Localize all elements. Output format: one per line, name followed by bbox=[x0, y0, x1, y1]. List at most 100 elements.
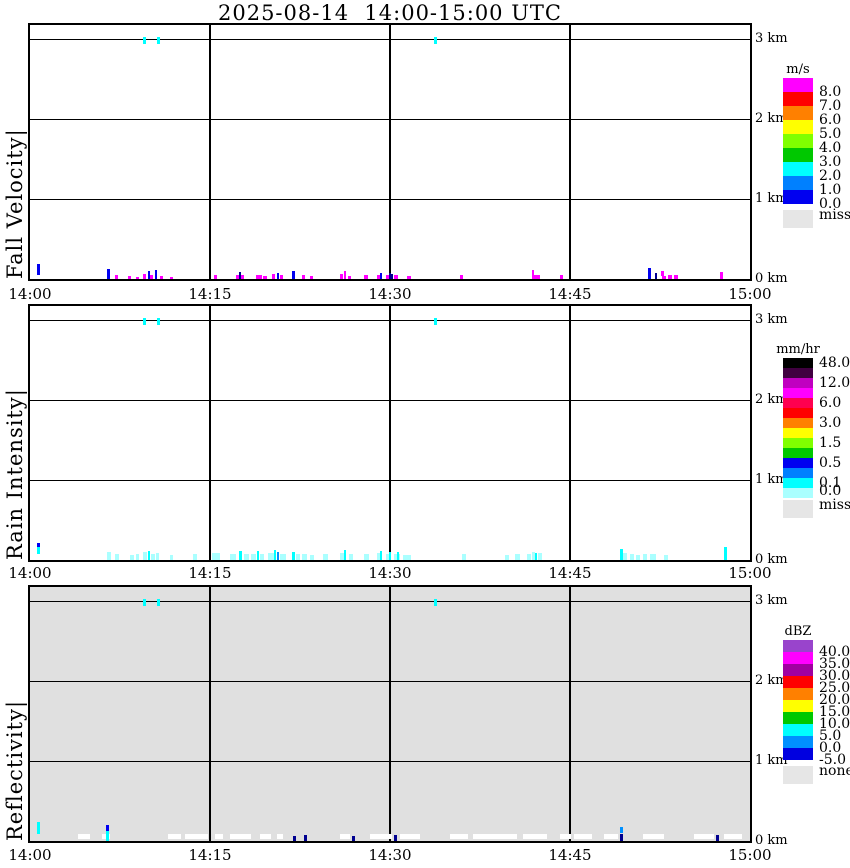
data-mark-fall-velocity bbox=[655, 273, 657, 279]
colorbar-segment-rain-intensity bbox=[783, 448, 813, 458]
data-mark-rain-intensity bbox=[623, 553, 627, 560]
data-mark-rain-intensity bbox=[130, 555, 134, 560]
data-mark-reflectivity bbox=[434, 599, 437, 605]
data-mark-reflectivity bbox=[574, 834, 592, 839]
data-mark-reflectivity bbox=[168, 834, 181, 839]
colorbar-segment-reflectivity bbox=[783, 652, 813, 664]
colorbar-segment-rain-intensity bbox=[783, 408, 813, 418]
data-mark-fall-velocity bbox=[434, 37, 437, 43]
data-mark-reflectivity bbox=[230, 834, 250, 839]
x-tick-label-reflectivity: 14:15 bbox=[180, 846, 240, 864]
x-tick-label-fall-velocity: 14:45 bbox=[540, 285, 600, 303]
colorbar-segment-reflectivity bbox=[783, 700, 813, 712]
colorbar-segment-fall-velocity bbox=[783, 78, 813, 92]
data-mark-rain-intensity bbox=[380, 551, 382, 560]
data-mark-fall-velocity bbox=[560, 275, 563, 279]
data-mark-fall-velocity bbox=[377, 275, 380, 279]
data-mark-fall-velocity bbox=[380, 273, 382, 279]
colorbar-segment-fall-velocity bbox=[783, 176, 813, 190]
y-tick-label-fall-velocity: 0 km bbox=[755, 271, 788, 286]
colorbar-segment-rain-intensity bbox=[783, 428, 813, 438]
colorbar-segment-reflectivity bbox=[783, 640, 813, 652]
data-mark-rain-intensity bbox=[664, 555, 668, 560]
data-mark-rain-intensity bbox=[434, 318, 437, 324]
colorbar-segment-reflectivity bbox=[783, 688, 813, 700]
data-mark-reflectivity bbox=[352, 836, 355, 841]
data-mark-rain-intensity bbox=[349, 554, 353, 560]
data-mark-fall-velocity bbox=[662, 276, 666, 279]
data-mark-rain-intensity bbox=[257, 551, 259, 560]
colorbar-segment-fall-velocity bbox=[783, 134, 813, 148]
colorbar-segment-reflectivity bbox=[783, 664, 813, 676]
colorbar-label-rain-intensity: 0.5 bbox=[819, 455, 841, 471]
gridline-time-rain-intensity bbox=[569, 306, 571, 560]
colorbar-missing-label-fall-velocity: miss bbox=[819, 207, 850, 223]
data-mark-fall-velocity bbox=[302, 275, 305, 279]
data-mark-fall-velocity bbox=[310, 276, 313, 279]
data-mark-fall-velocity bbox=[720, 272, 723, 279]
data-mark-rain-intensity bbox=[148, 551, 150, 560]
x-tick-label-rain-intensity: 14:45 bbox=[540, 564, 600, 582]
colorbar-label-rain-intensity: 12.0 bbox=[819, 375, 850, 391]
data-mark-rain-intensity bbox=[151, 554, 155, 560]
x-tick-label-fall-velocity: 15:00 bbox=[720, 285, 780, 303]
data-mark-reflectivity bbox=[643, 834, 663, 839]
data-mark-rain-intensity bbox=[251, 554, 256, 560]
colorbar-segment-fall-velocity bbox=[783, 120, 813, 134]
colorbar-segment-fall-velocity bbox=[783, 92, 813, 106]
data-mark-fall-velocity bbox=[143, 274, 146, 279]
x-tick-label-fall-velocity: 14:30 bbox=[360, 285, 420, 303]
gridline-time-rain-intensity bbox=[209, 306, 211, 560]
data-mark-rain-intensity bbox=[157, 318, 160, 325]
data-mark-reflectivity bbox=[400, 834, 420, 839]
data-mark-fall-velocity bbox=[674, 275, 678, 279]
colorbar-missing-swatch-reflectivity bbox=[783, 766, 813, 784]
data-mark-rain-intensity bbox=[462, 554, 466, 560]
data-mark-reflectivity bbox=[523, 834, 547, 839]
gridline-time-fall-velocity bbox=[569, 25, 571, 279]
colorbar-missing-label-rain-intensity: miss bbox=[819, 497, 850, 513]
colorbar-segment-reflectivity bbox=[783, 676, 813, 688]
data-mark-fall-velocity bbox=[340, 274, 343, 279]
colorbar-segment-reflectivity bbox=[783, 724, 813, 736]
data-mark-rain-intensity bbox=[212, 553, 220, 560]
data-mark-rain-intensity bbox=[193, 554, 197, 560]
data-mark-rain-intensity bbox=[239, 551, 242, 560]
colorbar-segment-fall-velocity bbox=[783, 106, 813, 120]
data-mark-rain-intensity bbox=[143, 552, 147, 560]
colorbar-label-rain-intensity: 3.0 bbox=[819, 415, 841, 431]
data-mark-fall-velocity bbox=[394, 275, 398, 279]
data-mark-reflectivity bbox=[340, 834, 351, 839]
colorbar-segment-rain-intensity bbox=[783, 358, 813, 368]
data-mark-rain-intensity bbox=[636, 555, 640, 560]
data-mark-fall-velocity bbox=[107, 269, 110, 279]
colorbar-segment-fall-velocity bbox=[783, 148, 813, 162]
data-mark-fall-velocity bbox=[239, 272, 241, 279]
x-tick-label-rain-intensity: 14:15 bbox=[180, 564, 240, 582]
colorbar-segment-rain-intensity bbox=[783, 368, 813, 378]
gridline-time-rain-intensity bbox=[389, 306, 391, 560]
data-mark-fall-velocity bbox=[348, 276, 351, 279]
colorbar-segment-rain-intensity bbox=[783, 478, 813, 488]
data-mark-fall-velocity bbox=[256, 275, 262, 279]
x-tick-label-reflectivity: 14:45 bbox=[540, 846, 600, 864]
data-mark-reflectivity bbox=[620, 834, 623, 841]
y-tick-label-rain-intensity: 0 km bbox=[755, 552, 788, 567]
y-tick-label-fall-velocity: 3 km bbox=[755, 31, 788, 46]
data-mark-reflectivity bbox=[143, 599, 146, 606]
data-mark-rain-intensity bbox=[136, 554, 139, 560]
colorbar-title-fall-velocity: m/s bbox=[753, 62, 843, 77]
data-mark-reflectivity bbox=[450, 834, 468, 839]
data-mark-rain-intensity bbox=[532, 552, 535, 560]
y-tick-label-reflectivity: 3 km bbox=[755, 593, 788, 608]
data-mark-fall-velocity bbox=[292, 271, 295, 279]
y-tick-label-reflectivity: 0 km bbox=[755, 833, 788, 848]
data-mark-fall-velocity bbox=[534, 275, 540, 279]
data-mark-rain-intensity bbox=[115, 554, 119, 560]
panel-label-fall-velocity: Fall Velocity| bbox=[3, 67, 27, 279]
data-mark-reflectivity bbox=[293, 836, 296, 841]
data-mark-reflectivity bbox=[185, 834, 208, 839]
data-mark-rain-intensity bbox=[37, 547, 40, 553]
x-tick-label-fall-velocity: 14:15 bbox=[180, 285, 240, 303]
colorbar-segment-reflectivity bbox=[783, 712, 813, 724]
